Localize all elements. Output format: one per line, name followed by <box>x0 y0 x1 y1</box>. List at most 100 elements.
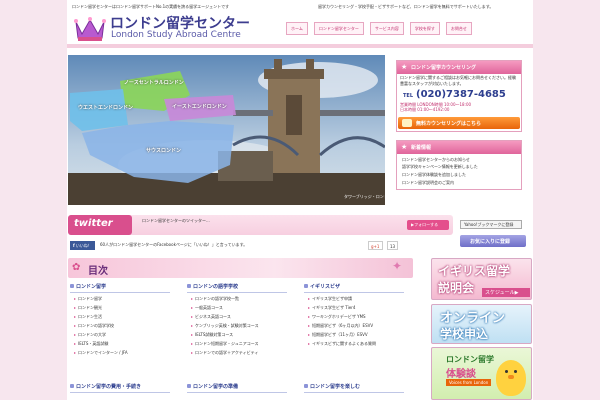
arrow-right-icon: ▸ <box>74 341 77 346</box>
site-logo[interactable]: ロンドン留学センター London Study Abroad Centre <box>74 12 250 44</box>
arrow-right-icon: ▸ <box>74 350 77 355</box>
news-item[interactable]: ロンドン留学センターからのお知らせ <box>402 157 470 163</box>
arrow-right-icon: ▸ <box>74 332 77 337</box>
chick-eye <box>505 370 508 373</box>
hero-caption: タワーブリッジ・ロンドン <box>344 194 392 199</box>
toc-link[interactable]: ▸ ロンドン短期留学・ジュニアコース <box>191 341 259 347</box>
online-application-banner[interactable]: オンライン 学校申込 <box>431 304 532 344</box>
facebook-icon: f <box>73 243 75 248</box>
toc-title: 目次 <box>88 266 108 277</box>
toc-column-heading[interactable]: ロンドン留学 <box>70 283 170 293</box>
toc-link[interactable]: ▸ ビジネス英語コース <box>191 314 231 320</box>
banner-subtitle: 学校申込 <box>440 327 489 341</box>
map-region-east-end[interactable]: イーストエンドロンドン <box>172 103 227 110</box>
toc-link[interactable]: ▸ イギリスビザに関するよくある質問 <box>308 341 376 347</box>
toc-link[interactable]: ▸ ロンドンでインターン / JFA <box>74 350 128 356</box>
toc-column-heading[interactable]: ロンドン留学の費用・手続き <box>70 383 170 393</box>
nav-item-home[interactable]: ホーム <box>286 22 308 35</box>
map-region-west-end[interactable]: ウエストエンドロンドン <box>78 104 133 111</box>
chick-mascot-icon <box>496 360 526 396</box>
toc-link[interactable]: ▸ 短期留学ビザ（11ヶ月）ESVV <box>308 332 368 338</box>
news-item[interactable]: ロンドン留学体験談を追加しました <box>402 172 466 178</box>
toc-link[interactable]: ▸ IELTS試験対策コース <box>191 332 233 338</box>
logo-title-en: London Study Abroad Centre <box>111 30 241 40</box>
toc-link[interactable]: ▸ IELTS・英語試験 <box>74 341 108 347</box>
toc-column-heading[interactable]: イギリスビザ <box>304 283 404 293</box>
arrow-right-icon: ▸ <box>308 332 311 337</box>
map-region-south[interactable]: サウスロンドン <box>146 147 181 154</box>
toc-link[interactable]: ▸ イギリス学生ビザ申請 <box>308 296 352 302</box>
arrow-right-icon: ▸ <box>308 305 311 310</box>
crown-icon <box>74 17 106 41</box>
nav-item-contact[interactable]: お問合せ <box>445 22 472 35</box>
contact-phone[interactable]: TEL (020)7387-4685 <box>403 89 506 100</box>
news-item[interactable]: ロンドン留学説明会のご案内 <box>402 180 454 186</box>
banner-english-label: Voices from London <box>446 379 492 386</box>
star-decoration-icon: ✦ <box>392 259 403 273</box>
toc-column-heading[interactable]: ロンドン留学を楽しむ <box>304 383 404 393</box>
arrow-right-icon: ▸ <box>74 296 77 301</box>
arrow-right-icon: ▸ <box>74 323 77 328</box>
toc-link[interactable]: ▸ ロンドンの語学学校 <box>74 323 114 329</box>
facebook-like-text: 60人がロンドン留学センターのFacebookページに「いいね！」と言っています… <box>100 242 248 247</box>
toc-link[interactable]: ▸ ロンドンの大学 <box>74 332 106 338</box>
toc-link[interactable]: ▸ ロンドンの語学学校一覧 <box>191 296 239 302</box>
tower-bridge-image <box>68 55 385 205</box>
arrow-right-icon: ▸ <box>191 350 194 355</box>
star-icon: ★ <box>401 63 408 71</box>
main-nav: ホーム ロンドン留学センター サービス内容 学校を探す お問合せ <box>286 22 472 36</box>
arrow-right-icon: ▸ <box>74 314 77 319</box>
nav-item-schools[interactable]: 学校を探す <box>409 22 440 35</box>
nav-item-services[interactable]: サービス内容 <box>369 22 404 35</box>
nav-item-about[interactable]: ロンドン留学センター <box>313 22 364 35</box>
uk-seminar-banner[interactable]: イギリス留学 説明会 スケジュール▶ <box>431 258 532 300</box>
facebook-like-button[interactable]: fいいね！ <box>70 241 95 250</box>
contact-hours: 営業時間 LONDON時間 10:00～18:00 日本時間 01:00～419… <box>400 102 472 112</box>
toc-link[interactable]: ▸ イギリス学生ビザ Tier4 <box>308 305 355 311</box>
twitter-follow-button[interactable]: ▶フォローする <box>407 220 449 230</box>
toc-column-heading[interactable]: ロンドンの語学学校 <box>187 283 287 293</box>
toc-link[interactable]: ▸ 一般英語コース <box>191 305 223 311</box>
student-voices-banner[interactable]: ロンドン留学 体験談 Voices from London <box>431 347 532 400</box>
arrow-right-icon: ▸ <box>191 341 194 346</box>
toc-link[interactable]: ▸ ロンドン生活 <box>74 314 102 320</box>
news-item[interactable]: 語学学校キャンペーン情報を更新しました <box>402 164 478 170</box>
toc-link[interactable]: ▸ ロンドンでの語学＋アクティビティ <box>191 350 258 356</box>
map-region-north-central[interactable]: ノースセントラルロンドン <box>124 79 184 86</box>
arrow-right-icon: ▸ <box>74 305 77 310</box>
toc-link[interactable]: ▸ 短期留学ビザ（6ヶ月以内）ESVV <box>308 323 373 329</box>
arrow-right-icon: ▸ <box>191 314 194 319</box>
toc-link[interactable]: ▸ ロンドン留学 <box>74 296 102 302</box>
google-plus-button[interactable]: g+1 <box>368 241 383 250</box>
contact-description: ロンドン留学に関するご相談はお気軽にお問合せください。経験豊富なスタッフが対応い… <box>400 75 516 86</box>
header-tagline-right: 留学カウンセリング・学校手配・ビザサポートなど、ロンドン留学を無料でサポートいた… <box>318 4 494 9</box>
star-icon: ★ <box>401 143 408 151</box>
schedule-button[interactable]: スケジュール▶ <box>482 288 530 297</box>
toc-link[interactable]: ▸ ロンドン観光 <box>74 305 102 311</box>
header-tagline: ロンドン留学センターはロンドン留学サポートNo.1の実績を誇る留学エージェントで… <box>72 4 230 9</box>
yahoo-bookmark-button[interactable]: Yahoo!ブックマークに登録 <box>460 220 522 229</box>
twitter-logo[interactable]: twitter <box>68 215 132 235</box>
tel-label: TEL <box>403 93 414 99</box>
chick-eye <box>514 370 517 373</box>
toc-column-heading[interactable]: ロンドン留学の準備 <box>187 383 287 393</box>
google-plus-count: 13 <box>387 241 398 250</box>
header-divider <box>67 44 533 48</box>
arrow-right-icon: ▸ <box>308 341 311 346</box>
toc-link[interactable]: ▸ ワーキングホリデービザ YMS <box>308 314 366 320</box>
chick-beak <box>508 375 514 379</box>
arrow-right-icon: ▸ <box>191 323 194 328</box>
arrow-right-icon: ▸ <box>191 332 194 337</box>
twitter-latest-tweet[interactable]: ロンドン留学センターのツイッター... <box>142 218 210 224</box>
flower-icon: ✿ <box>72 262 81 273</box>
hero-map-image[interactable] <box>68 55 385 205</box>
banner-title: オンライン <box>440 311 506 326</box>
free-counseling-button[interactable]: 無料カウンセリングはこちら <box>398 117 520 129</box>
arrow-right-icon: ▸ <box>308 314 311 319</box>
tel-number: (020)7387-4685 <box>416 89 506 100</box>
arrow-right-icon: ▸ <box>191 296 194 301</box>
chat-icon <box>402 119 412 127</box>
add-favorite-button[interactable]: お気に入りに登録 <box>460 235 526 247</box>
banner-title: イギリス留学 <box>438 264 511 278</box>
toc-link[interactable]: ▸ ケンブリッジ英検・試験対策コース <box>191 323 259 329</box>
